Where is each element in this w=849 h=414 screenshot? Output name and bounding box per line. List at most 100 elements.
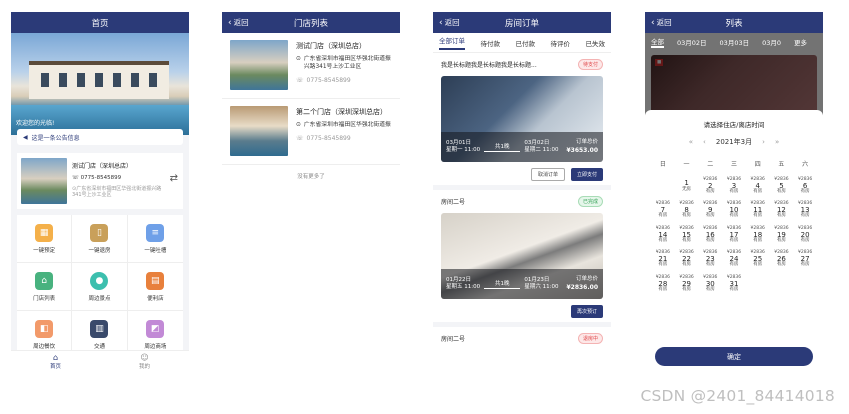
tab-to-review[interactable]: 待评价: [551, 38, 571, 48]
back-label: 返回: [233, 18, 249, 27]
day-status: 有房: [729, 188, 739, 194]
store-list-item[interactable]: 第二个门店（深圳深圳总店） ⊙ 广东省深圳市福田区华强北街道振 ☏ 0775-854…: [222, 99, 400, 165]
calendar-day[interactable]: ¥2836 24 有房: [722, 248, 746, 273]
calendar-day[interactable]: ¥2836 31 有房: [722, 272, 746, 297]
grid-item-convenience-store[interactable]: ▤ 便利店: [127, 263, 183, 311]
order-card[interactable]: 房间二号 已完成 01月22日 星期五 11:00 共1晚 01月23日 星期六 11…: [433, 190, 611, 327]
calendar-day[interactable]: ¥2836 11 有房: [746, 199, 770, 224]
pay-now-button[interactable]: 立即支付: [570, 168, 603, 181]
calendar-day[interactable]: ¥2836 17 有房: [722, 223, 746, 248]
calendar-day[interactable]: ¥2836 4 有房: [746, 174, 770, 199]
tab-all[interactable]: 全部: [651, 36, 664, 48]
grid-item-nearby-sights[interactable]: ● 周边景点: [72, 263, 128, 311]
calendar-day[interactable]: ¥2836 18 有房: [746, 223, 770, 248]
tab-paid[interactable]: 已付款: [516, 38, 536, 48]
checkin-date: 03月01日: [446, 139, 471, 146]
day-status: 有房: [800, 262, 810, 268]
rebook-button[interactable]: 再次预订: [570, 305, 603, 318]
current-store-card[interactable]: 测试门店（深圳总店） ☏ 0775-8545899 ⊙广东省深圳市福田区华强北街…: [17, 153, 183, 209]
grid-label: 周边商场: [144, 343, 167, 350]
status-badge: 已完成: [577, 196, 603, 207]
tab-pending-payment[interactable]: 待付款: [481, 38, 501, 48]
store-phone: 0775-8545899: [80, 175, 122, 182]
calendar-day[interactable]: ¥2836 20 有房: [793, 223, 817, 248]
prev-month-icon[interactable]: ‹: [703, 138, 706, 146]
grid-label: 一键预定: [33, 247, 56, 254]
tab-label: 首页: [49, 364, 61, 370]
weekday-header: 日 一 二 三 四 五 六: [651, 159, 817, 168]
tab-date[interactable]: 03月03日: [720, 37, 750, 47]
store-list-item[interactable]: 测试门店（深圳总店） ⊙ 广东省深圳市福田区华强北街道振兴路341号上沙工业区 ☏…: [222, 33, 400, 99]
calendar-day[interactable]: ¥2836 13 有房: [793, 199, 817, 224]
tab-date[interactable]: 03月0: [762, 37, 781, 47]
calendar-day[interactable]: ¥2836 28 有房: [651, 272, 675, 297]
store-phone: 0775-8545899: [306, 77, 351, 85]
grid-item-booking[interactable]: ▦ 一键预定: [17, 215, 73, 263]
calendar-day[interactable]: ¥2836 3 有房: [722, 174, 746, 199]
calendar-day[interactable]: 1 无房: [675, 174, 699, 199]
total-price: ¥2836.00: [566, 283, 598, 291]
tab-all-orders[interactable]: 全部订单: [439, 35, 465, 50]
tab-more[interactable]: 更多: [794, 37, 807, 47]
tab-expired[interactable]: 已失效: [586, 38, 606, 48]
calendar-day[interactable]: ¥2836 14 有房: [651, 223, 675, 248]
calendar-day[interactable]: ¥2836 5 有房: [770, 174, 794, 199]
prev-year-icon[interactable]: «: [689, 138, 693, 146]
calendar-day[interactable]: ¥2836 26 有房: [770, 248, 794, 273]
weekday-label: 三: [730, 161, 737, 168]
store-thumbnail: [230, 106, 288, 156]
grid-item-checkout[interactable]: ▯ 一键退房: [72, 215, 128, 263]
back-button[interactable]: ‹ 返回: [439, 12, 460, 33]
day-status: 有房: [776, 188, 786, 194]
grid-label: 门店列表: [33, 295, 56, 302]
calendar-day[interactable]: ¥2836 22 有房: [675, 248, 699, 273]
calendar-day[interactable]: ¥2836 29 有房: [675, 272, 699, 297]
calendar-day[interactable]: ¥2836 21 有房: [651, 248, 675, 273]
sheet-title: 请选择住店/离店时间: [703, 121, 765, 129]
calendar-day[interactable]: ¥2836 10 有房: [722, 199, 746, 224]
back-button[interactable]: ‹ 返回: [651, 12, 672, 33]
calendar-day[interactable]: ¥2836 8 有房: [675, 199, 699, 224]
day-status: 有房: [729, 262, 739, 268]
calendar-day[interactable]: ¥2836 15 有房: [675, 223, 699, 248]
calendar-day[interactable]: ¥2836 19 有房: [770, 223, 794, 248]
next-year-icon[interactable]: »: [775, 138, 779, 146]
day-status: 有房: [753, 188, 763, 194]
switch-store-icon[interactable]: ⇄: [170, 173, 178, 184]
hero-villa-image: [29, 61, 169, 99]
calendar-day[interactable]: ¥2836 12 有房: [770, 199, 794, 224]
hero-banner[interactable]: 欢迎您的光临!: [11, 33, 189, 135]
calendar-day[interactable]: ¥2836 9 有房: [698, 199, 722, 224]
page-title: 首页: [91, 18, 109, 29]
grid-item-store-list[interactable]: ⌂ 门店列表: [17, 263, 73, 311]
nights-count: 共1晚: [484, 142, 521, 152]
back-button[interactable]: ‹ 返回: [228, 12, 249, 33]
month-switcher: « ‹ 2021年3月 › »: [645, 137, 823, 147]
tab-mine[interactable]: ☺ 我的: [100, 351, 189, 372]
chevron-left-icon: ‹: [651, 17, 655, 28]
tab-home[interactable]: ⌂ 首页: [11, 351, 100, 372]
calendar-day[interactable]: ¥2836 16 有房: [698, 223, 722, 248]
calendar-day[interactable]: ¥2836 30 有房: [698, 272, 722, 297]
order-card[interactable]: 房间二号 退房中: [433, 327, 611, 354]
checkout-time: 星期二 11:00: [524, 147, 559, 153]
notice-bar[interactable]: ◀ 这是一条公告信息: [17, 129, 183, 145]
next-month-icon[interactable]: ›: [762, 138, 765, 146]
calendar-day[interactable]: ¥2836 7 有房: [651, 199, 675, 224]
cancel-order-button[interactable]: 取消订单: [530, 168, 565, 181]
nights-count: 共1晚: [484, 279, 521, 289]
grid-label: 一键退房: [88, 247, 111, 254]
day-status: 有房: [705, 213, 715, 219]
order-card[interactable]: 我是长标题我是长标题我是长标题... 待支付 03月01日 星期一 11:00 共1…: [433, 53, 611, 190]
calendar-day[interactable]: ¥2836 6 有房: [793, 174, 817, 199]
tab-date[interactable]: 03月02日: [677, 37, 707, 47]
calendar-day[interactable]: ¥2836 27 有房: [793, 248, 817, 273]
calendar-day[interactable]: ¥2836 23 有房: [698, 248, 722, 273]
day-status: 有房: [658, 237, 668, 243]
calendar-day[interactable]: ¥2836 2 有房: [698, 174, 722, 199]
day-status: 有房: [776, 213, 786, 219]
day-status: 有房: [658, 286, 668, 292]
grid-item-feedback[interactable]: ≡ 一键吐槽: [127, 215, 183, 263]
calendar-day[interactable]: ¥2836 25 有房: [746, 248, 770, 273]
confirm-button[interactable]: 确定: [655, 347, 813, 366]
